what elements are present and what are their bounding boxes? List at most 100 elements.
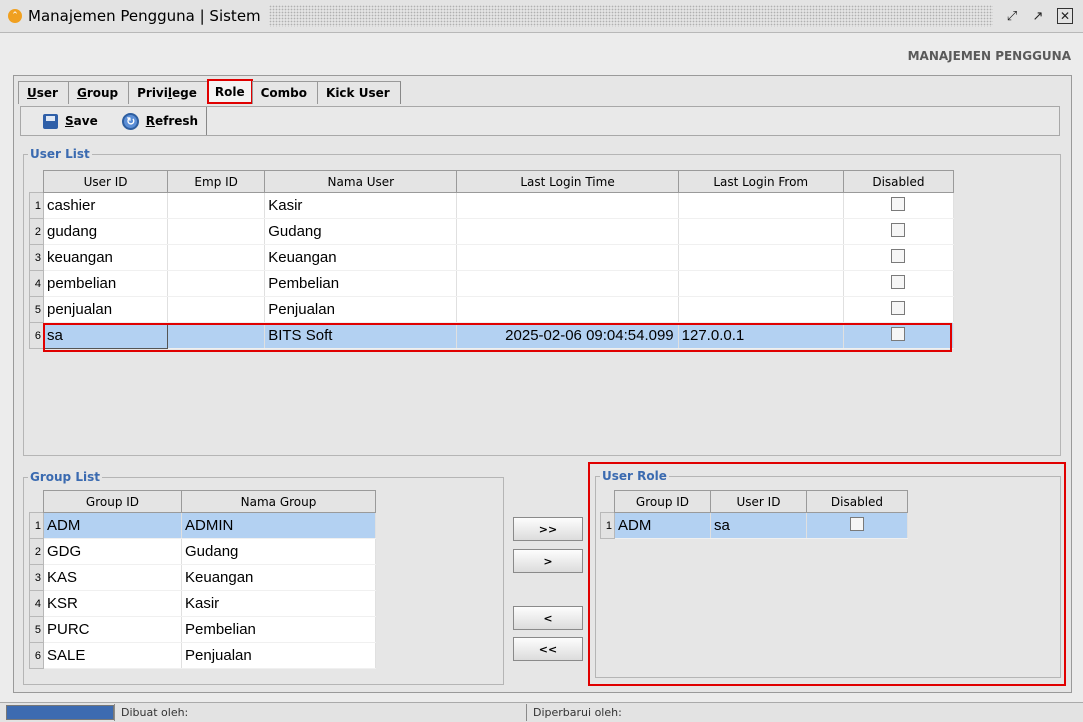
cell-emp-id[interactable] [167, 296, 266, 323]
remove-all-button[interactable]: << [513, 637, 583, 661]
table-row[interactable]: 2 gudang Gudang [29, 218, 955, 245]
column-last-login-from[interactable]: Last Login From [677, 170, 844, 193]
cell-group-id[interactable]: KAS [43, 564, 182, 591]
cell-group-id[interactable]: KSR [43, 590, 182, 617]
title-bar: ⌃ Manajemen Pengguna | Sistem ⤢ ↗ ✕ [0, 0, 1083, 33]
column-user-id[interactable]: User ID [42, 170, 169, 193]
cell-nama-group[interactable]: Keuangan [181, 564, 376, 591]
disabled-checkbox[interactable] [891, 222, 906, 237]
row-number: 4 [29, 590, 44, 617]
cell-user-id[interactable]: sa [710, 512, 807, 539]
cell-nama-group[interactable]: Kasir [181, 590, 376, 617]
cell-user-id[interactable]: gudang [43, 218, 169, 245]
table-row[interactable]: 5 PURC Pembelian [29, 616, 376, 643]
table-row[interactable]: 4 KSR Kasir [29, 590, 376, 617]
tab-combo-label: Combo [260, 86, 308, 100]
cell-emp-id[interactable] [167, 192, 266, 219]
table-row-selected[interactable]: 6 sa BITS Soft 2025-02-06 09:04:54.099 1… [29, 322, 955, 349]
table-row[interactable]: 3 keuangan Keuangan [29, 244, 955, 271]
cell-nama-user[interactable]: Gudang [264, 218, 458, 245]
cell-last-login-from[interactable]: 127.0.0.1 [678, 322, 844, 349]
column-disabled[interactable]: Disabled [842, 170, 955, 193]
column-user-id[interactable]: User ID [710, 490, 807, 513]
refresh-mnemonic: R [145, 114, 155, 128]
table-row[interactable]: 1 cashier Kasir [29, 192, 955, 219]
tab-privilege[interactable]: Privi l ege [128, 81, 208, 104]
cell-emp-id[interactable] [167, 270, 266, 297]
cell-user-id[interactable]: pembelian [43, 270, 169, 297]
cell-last-login-from[interactable] [678, 270, 844, 297]
tab-role[interactable]: Role [206, 79, 253, 104]
cell-last-login-time[interactable] [456, 192, 679, 219]
cell-nama-user[interactable]: BITS Soft [264, 322, 458, 349]
title-bar-grip[interactable] [268, 5, 993, 27]
disabled-checkbox[interactable] [891, 274, 906, 289]
tab-group[interactable]: Group [67, 81, 130, 104]
maximize-icon[interactable]: ↗ [1027, 5, 1049, 27]
cell-last-login-time[interactable]: 2025-02-06 09:04:54.099 [456, 322, 679, 349]
cell-last-login-time[interactable] [456, 244, 679, 271]
cell-nama-group[interactable]: ADMIN [181, 512, 376, 539]
remove-button[interactable]: < [513, 606, 583, 630]
cell-last-login-time[interactable] [456, 296, 679, 323]
table-row[interactable]: 2 GDG Gudang [29, 538, 376, 565]
cell-emp-id[interactable] [167, 218, 266, 245]
cell-group-id[interactable]: SALE [43, 642, 182, 669]
cell-nama-user[interactable]: Kasir [264, 192, 458, 219]
cell-nama-group[interactable]: Penjualan [181, 642, 376, 669]
add-button[interactable]: > [513, 549, 583, 573]
row-number: 3 [29, 564, 44, 591]
cell-nama-group[interactable]: Gudang [181, 538, 376, 565]
cell-last-login-from[interactable] [678, 296, 844, 323]
row-number: 1 [600, 512, 615, 539]
row-number: 4 [29, 270, 44, 297]
refresh-button[interactable]: ↻ Refresh [106, 107, 206, 135]
table-row[interactable]: 5 penjualan Penjualan [29, 296, 955, 323]
column-emp-id[interactable]: Emp ID [167, 170, 266, 193]
cell-emp-id[interactable] [167, 244, 266, 271]
tab-kick-user[interactable]: Kick User [317, 81, 401, 104]
tab-combo[interactable]: Combo [251, 81, 319, 104]
column-group-id[interactable]: Group ID [614, 490, 711, 513]
cell-last-login-from[interactable] [678, 218, 844, 245]
column-nama-user[interactable]: Nama User [264, 170, 458, 193]
updated-by-text: Diperbarui oleh: [533, 706, 622, 719]
save-button[interactable]: Save [21, 107, 106, 135]
disabled-checkbox[interactable] [891, 326, 906, 341]
cell-nama-group[interactable]: Pembelian [181, 616, 376, 643]
close-icon[interactable]: ✕ [1057, 8, 1073, 24]
cell-group-id[interactable]: ADM [614, 512, 711, 539]
column-disabled[interactable]: Disabled [806, 490, 908, 513]
cell-last-login-time[interactable] [456, 218, 679, 245]
cell-nama-user[interactable]: Penjualan [264, 296, 458, 323]
column-group-id[interactable]: Group ID [43, 490, 182, 513]
cell-group-id[interactable]: PURC [43, 616, 182, 643]
cell-group-id[interactable]: ADM [43, 512, 182, 539]
disabled-checkbox[interactable] [891, 248, 906, 263]
cell-user-id[interactable]: keuangan [43, 244, 169, 271]
disabled-checkbox[interactable] [891, 300, 906, 315]
table-row-selected[interactable]: 1 ADM sa [600, 512, 908, 539]
cell-last-login-time[interactable] [456, 270, 679, 297]
table-row[interactable]: 4 pembelian Pembelian [29, 270, 955, 297]
tab-user[interactable]: User [18, 81, 69, 104]
table-row-selected[interactable]: 1 ADM ADMIN [29, 512, 376, 539]
table-row[interactable]: 3 KAS Keuangan [29, 564, 376, 591]
cell-user-id[interactable]: penjualan [43, 296, 169, 323]
cell-user-id[interactable]: sa [42, 322, 169, 349]
cell-last-login-from[interactable] [678, 244, 844, 271]
table-row[interactable]: 6 SALE Penjualan [29, 642, 376, 669]
cell-emp-id[interactable] [167, 322, 266, 349]
cell-nama-user[interactable]: Keuangan [264, 244, 458, 271]
cell-user-id[interactable]: cashier [43, 192, 169, 219]
cell-group-id[interactable]: GDG [43, 538, 182, 565]
disabled-checkbox[interactable] [891, 196, 906, 211]
column-last-login-time[interactable]: Last Login Time [456, 170, 679, 193]
cell-last-login-from[interactable] [678, 192, 844, 219]
cell-nama-user[interactable]: Pembelian [264, 270, 458, 297]
tab-user-label: ser [36, 86, 58, 100]
disabled-checkbox[interactable] [850, 516, 864, 531]
column-nama-group[interactable]: Nama Group [181, 490, 376, 513]
add-all-button[interactable]: >> [513, 517, 583, 541]
restore-icon[interactable]: ⤢ [1001, 5, 1023, 27]
